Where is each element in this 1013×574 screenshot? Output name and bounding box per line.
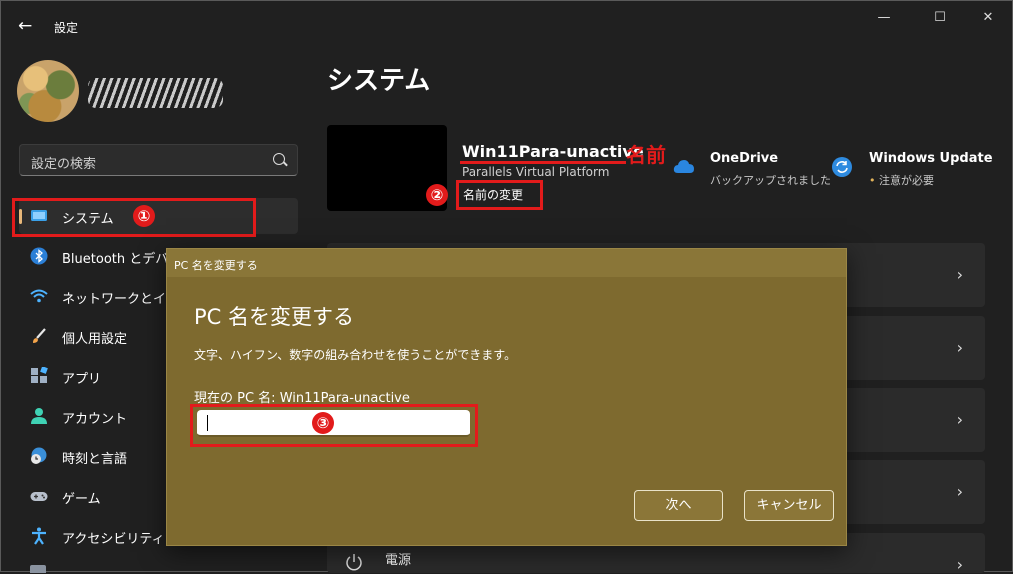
annotation-box-2 <box>456 180 543 210</box>
annotation-box-3 <box>190 404 478 447</box>
user-name-obscured <box>88 78 223 108</box>
title-bar: ← 設定 — ☐ ✕ <box>0 0 1013 48</box>
dialog-caption: PC 名を変更する <box>174 259 258 272</box>
sidebar-item-label: ゲーム <box>62 492 101 507</box>
annotation-step-2: ② <box>426 184 448 206</box>
person-icon <box>31 408 47 424</box>
sidebar-item-label: アカウント <box>62 412 128 427</box>
warning-dot-icon: • <box>869 174 879 187</box>
device-model: Parallels Virtual Platform <box>462 165 610 179</box>
cancel-button[interactable]: キャンセル <box>744 490 834 521</box>
globe-clock-icon <box>31 447 47 464</box>
sidebar-item-label: 時刻と言語 <box>62 452 128 467</box>
search-icon[interactable] <box>273 153 285 165</box>
apps-icon <box>31 367 48 383</box>
annotation-name-label: 名前 <box>626 143 666 167</box>
onedrive-cloud-icon <box>673 160 694 173</box>
windows-update-status-text: 注意が必要 <box>879 174 934 187</box>
chevron-right-icon: › <box>956 555 963 574</box>
user-avatar[interactable] <box>17 60 79 122</box>
chevron-right-icon: › <box>956 410 963 429</box>
close-button[interactable]: ✕ <box>973 10 1003 30</box>
accessibility-icon <box>32 527 46 545</box>
chevron-right-icon: › <box>956 338 963 357</box>
chevron-right-icon: › <box>956 482 963 501</box>
annotation-step-1: ① <box>133 205 155 227</box>
brush-icon <box>33 328 46 343</box>
sidebar-item-label: 個人用設定 <box>62 332 128 347</box>
power-label: 電源 <box>385 553 412 568</box>
annotation-underline <box>460 161 626 164</box>
windows-update-status: • 注意が必要 <box>869 172 934 188</box>
app-title: 設定 <box>54 21 79 35</box>
device-name: Win11Para-unactive <box>462 142 644 161</box>
wifi-icon <box>30 289 48 303</box>
settings-search-input[interactable]: 設定の検索 <box>19 144 298 176</box>
minimize-button[interactable]: — <box>869 10 899 30</box>
power-icon <box>346 554 362 571</box>
dialog-description: 文字、ハイフン、数字の組み合わせを使うことができます。 <box>194 348 517 362</box>
dialog-title: PC 名を変更する <box>194 305 355 329</box>
rename-pc-dialog: PC 名を変更する PC 名を変更する 文字、ハイフン、数字の組み合わせを使うこ… <box>166 248 847 546</box>
onedrive-title[interactable]: OneDrive <box>710 151 778 166</box>
annotation-step-3: ③ <box>312 412 334 434</box>
page-title: システム <box>327 66 431 96</box>
chevron-right-icon: › <box>956 265 963 284</box>
next-button[interactable]: 次へ <box>634 490 723 521</box>
sidebar-item-label: アクセシビリティ <box>62 532 165 547</box>
sync-icon <box>832 157 852 177</box>
bluetooth-icon <box>30 247 48 265</box>
maximize-button[interactable]: ☐ <box>925 10 955 30</box>
onedrive-status: バックアップされました <box>710 174 831 187</box>
arrow-left-icon[interactable]: ← <box>18 16 32 36</box>
sidebar-item-label: アプリ <box>62 372 102 387</box>
windows-update-title[interactable]: Windows Update <box>869 151 993 166</box>
gamepad-icon <box>30 492 48 501</box>
search-placeholder: 設定の検索 <box>31 157 97 172</box>
dialog-title-bar <box>167 249 846 277</box>
